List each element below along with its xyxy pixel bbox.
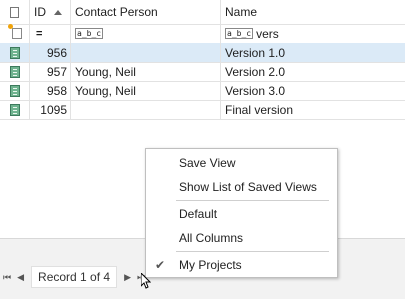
cell-id[interactable]: 1095 <box>30 100 71 119</box>
table-row[interactable]: 956 Version 1.0 <box>0 43 405 63</box>
cell-name[interactable]: Final version <box>221 100 405 119</box>
record-icon <box>9 46 20 59</box>
column-header-name-label: Name <box>225 5 258 19</box>
menu-item-label: My Projects <box>179 258 242 272</box>
grid-header-row: ID Contact Person Name <box>0 0 405 25</box>
column-header-id-label: ID <box>34 5 46 19</box>
menu-item-label: All Columns <box>179 231 244 245</box>
menu-item-default[interactable]: Default <box>146 203 337 225</box>
cell-id[interactable]: 956 <box>30 43 71 62</box>
menu-item-show-saved-views[interactable]: Show List of Saved Views <box>146 176 337 198</box>
name-filter-value: vers <box>256 26 279 41</box>
row-indicator <box>0 81 30 100</box>
checkmark-icon: ✔ <box>155 258 166 272</box>
cell-id[interactable]: 958 <box>30 81 71 100</box>
menu-item-label: Save View <box>179 156 236 170</box>
sort-ascending-icon <box>54 9 62 15</box>
first-record-icon[interactable]: ⏮ <box>0 272 14 283</box>
mouse-pointer-icon <box>141 273 151 289</box>
menu-item-label: Default <box>179 207 218 221</box>
table-row[interactable]: 1095 Final version <box>0 100 405 120</box>
record-navigator: ⏮ ◀ Record 1 of 4 ▶ ⏭ <box>0 262 148 292</box>
text-filter-icon: a̲b̲c <box>75 28 104 39</box>
contact-filter-cell[interactable]: a̲b̲c <box>71 24 221 43</box>
cell-contact[interactable] <box>71 100 221 119</box>
page-icon <box>10 6 19 18</box>
cell-contact[interactable]: Young, Neil <box>71 62 221 81</box>
cell-name[interactable]: Version 1.0 <box>221 43 405 62</box>
next-record-icon[interactable]: ▶ <box>121 272 134 283</box>
cell-contact[interactable]: Young, Neil <box>71 81 221 100</box>
id-filter-cell[interactable]: = <box>30 24 71 43</box>
cell-name[interactable]: Version 2.0 <box>221 62 405 81</box>
record-position-label: Record 1 of 4 <box>31 266 118 288</box>
header-row-icon-cell <box>0 0 30 24</box>
new-row-icon <box>8 24 22 39</box>
menu-item-all-columns[interactable]: All Columns <box>146 227 337 249</box>
column-header-contact[interactable]: Contact Person <box>71 0 221 24</box>
table-row[interactable]: 957 Young, Neil Version 2.0 <box>0 62 405 82</box>
menu-item-save-view[interactable]: Save View <box>146 152 337 174</box>
column-header-contact-label: Contact Person <box>75 5 158 19</box>
cell-name[interactable]: Version 3.0 <box>221 81 405 100</box>
menu-item-my-projects[interactable]: ✔ My Projects <box>146 254 337 276</box>
menu-separator <box>176 200 329 201</box>
filter-row: = a̲b̲c a̲b̲c vers <box>0 24 405 44</box>
previous-record-icon[interactable]: ◀ <box>14 272 27 283</box>
name-filter-cell[interactable]: a̲b̲c vers <box>221 24 405 43</box>
row-indicator <box>0 43 30 62</box>
cell-contact[interactable] <box>71 43 221 62</box>
text-filter-icon: a̲b̲c <box>225 28 254 39</box>
column-header-id[interactable]: ID <box>30 0 71 24</box>
equals-operator-icon: = <box>36 27 43 40</box>
row-indicator <box>0 62 30 81</box>
menu-separator <box>176 251 329 252</box>
row-indicator <box>0 100 30 119</box>
column-header-name[interactable]: Name <box>221 0 405 24</box>
saved-views-context-menu: Save View Show List of Saved Views Defau… <box>145 148 338 278</box>
cell-id[interactable]: 957 <box>30 62 71 81</box>
menu-item-label: Show List of Saved Views <box>179 180 317 194</box>
record-icon <box>9 65 20 78</box>
record-icon <box>9 84 20 97</box>
data-grid: ID Contact Person Name = a̲b̲c a̲b̲c ver… <box>0 0 405 120</box>
filter-row-icon-cell <box>0 24 30 43</box>
record-icon <box>9 103 20 116</box>
table-row[interactable]: 958 Young, Neil Version 3.0 <box>0 81 405 101</box>
